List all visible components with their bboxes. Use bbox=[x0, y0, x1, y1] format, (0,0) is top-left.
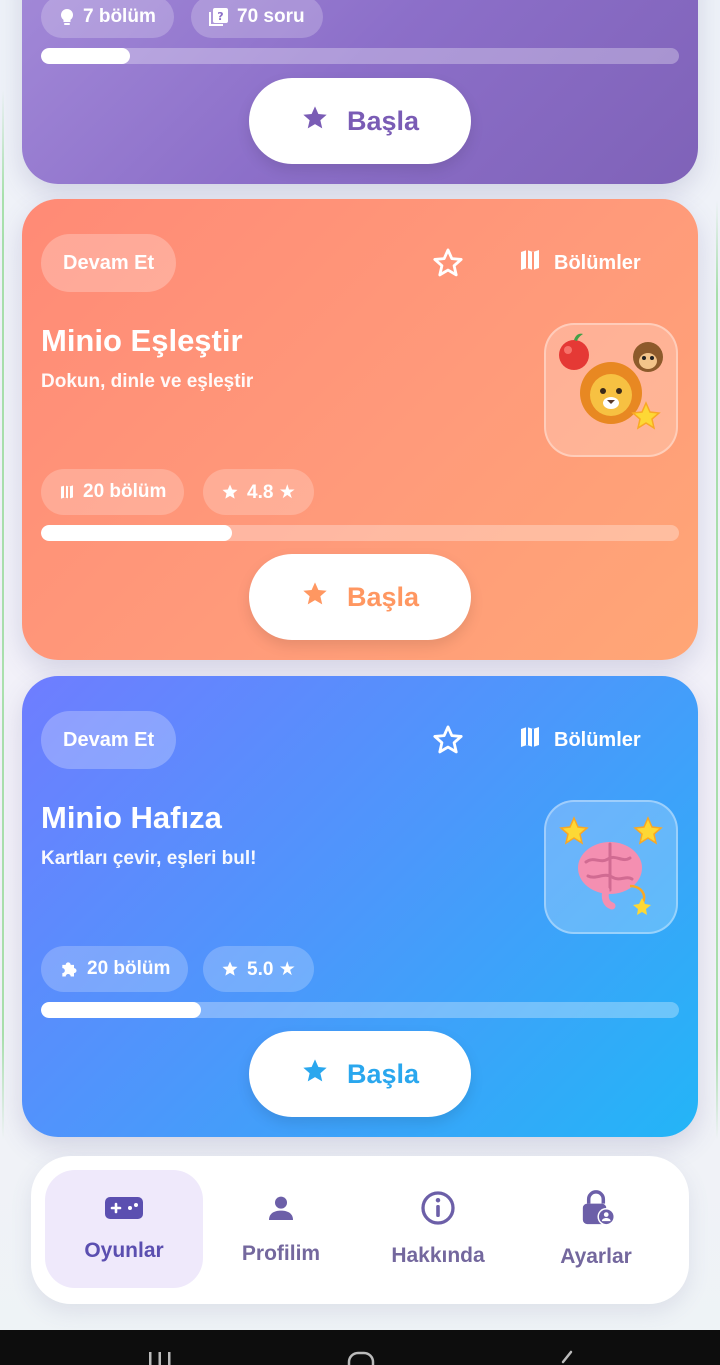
info-icon bbox=[420, 1190, 456, 1232]
game-subtitle: Dokun, dinle ve eşleştir bbox=[41, 371, 254, 392]
start-button[interactable]: Başla bbox=[249, 554, 471, 640]
gamepad-icon bbox=[104, 1195, 144, 1227]
game-title: Minio Hafıza bbox=[41, 800, 222, 835]
left-edge-accent bbox=[2, 90, 4, 1140]
chapter-count-badge: 7 bölüm bbox=[41, 0, 174, 38]
progress-bar bbox=[41, 525, 679, 541]
start-button[interactable]: Başla bbox=[249, 78, 471, 164]
game-title: Minio Eşleştir bbox=[41, 323, 243, 358]
progress-fill bbox=[41, 1002, 201, 1018]
favorite-star-icon[interactable] bbox=[430, 245, 466, 281]
start-button[interactable]: Başla bbox=[249, 1031, 471, 1117]
home-icon[interactable] bbox=[346, 1348, 376, 1365]
lightbulb-icon bbox=[59, 8, 75, 26]
game-thumbnail bbox=[544, 323, 678, 457]
rating-badge: 4.8 ★ bbox=[203, 469, 314, 515]
progress-fill bbox=[41, 525, 233, 541]
game-card-purple[interactable]: 7 bölüm ? 70 soru Başla bbox=[22, 0, 698, 184]
map-icon bbox=[59, 484, 75, 500]
svg-text:?: ? bbox=[217, 10, 223, 23]
rating-badge: 5.0 ★ bbox=[203, 946, 314, 992]
progress-bar bbox=[41, 48, 679, 64]
game-thumbnail bbox=[544, 800, 678, 934]
puzzle-icon bbox=[59, 959, 79, 979]
nav-item-settings[interactable]: Ayarlar bbox=[517, 1170, 675, 1288]
progress-fill bbox=[41, 48, 131, 64]
star-icon bbox=[301, 104, 329, 139]
star-icon bbox=[221, 483, 239, 501]
map-icon bbox=[518, 248, 542, 278]
back-icon[interactable] bbox=[558, 1348, 576, 1365]
recent-apps-icon[interactable] bbox=[146, 1348, 174, 1365]
lion-icon bbox=[559, 333, 663, 430]
brain-icon bbox=[559, 816, 663, 915]
right-edge-accent bbox=[716, 200, 718, 1140]
bottom-navigation: Oyunlar Profilim Hakkında Ayarlar bbox=[31, 1156, 689, 1304]
nav-item-about[interactable]: Hakkında bbox=[359, 1170, 517, 1288]
continue-badge[interactable]: Devam Et bbox=[41, 234, 177, 292]
question-count-badge: ? 70 soru bbox=[191, 0, 323, 38]
progress-bar bbox=[41, 1002, 679, 1018]
game-card-match[interactable]: Devam Et Bölümler Minio Eşleştir Dokun, … bbox=[22, 199, 698, 660]
chapter-count-badge: 20 bölüm bbox=[41, 946, 189, 992]
favorite-star-icon[interactable] bbox=[430, 722, 466, 758]
quiz-icon: ? bbox=[209, 7, 229, 27]
star-icon bbox=[221, 960, 239, 978]
game-card-memory[interactable]: Devam Et Bölümler Minio Hafıza Kartları … bbox=[22, 676, 698, 1137]
system-navigation-bar bbox=[0, 1330, 720, 1365]
nav-item-games[interactable]: Oyunlar bbox=[45, 1170, 203, 1288]
map-icon bbox=[518, 725, 542, 755]
person-icon bbox=[265, 1192, 297, 1230]
chapters-link[interactable]: Bölümler bbox=[518, 243, 641, 283]
lock-person-icon bbox=[578, 1189, 615, 1233]
star-icon bbox=[301, 580, 329, 615]
continue-badge[interactable]: Devam Et bbox=[41, 711, 177, 769]
nav-item-profile[interactable]: Profilim bbox=[202, 1170, 360, 1288]
chapters-link[interactable]: Bölümler bbox=[518, 720, 641, 760]
star-icon bbox=[301, 1057, 329, 1092]
chapter-count-badge: 20 bölüm bbox=[41, 469, 185, 515]
game-subtitle: Kartları çevir, eşleri bul! bbox=[41, 848, 257, 869]
